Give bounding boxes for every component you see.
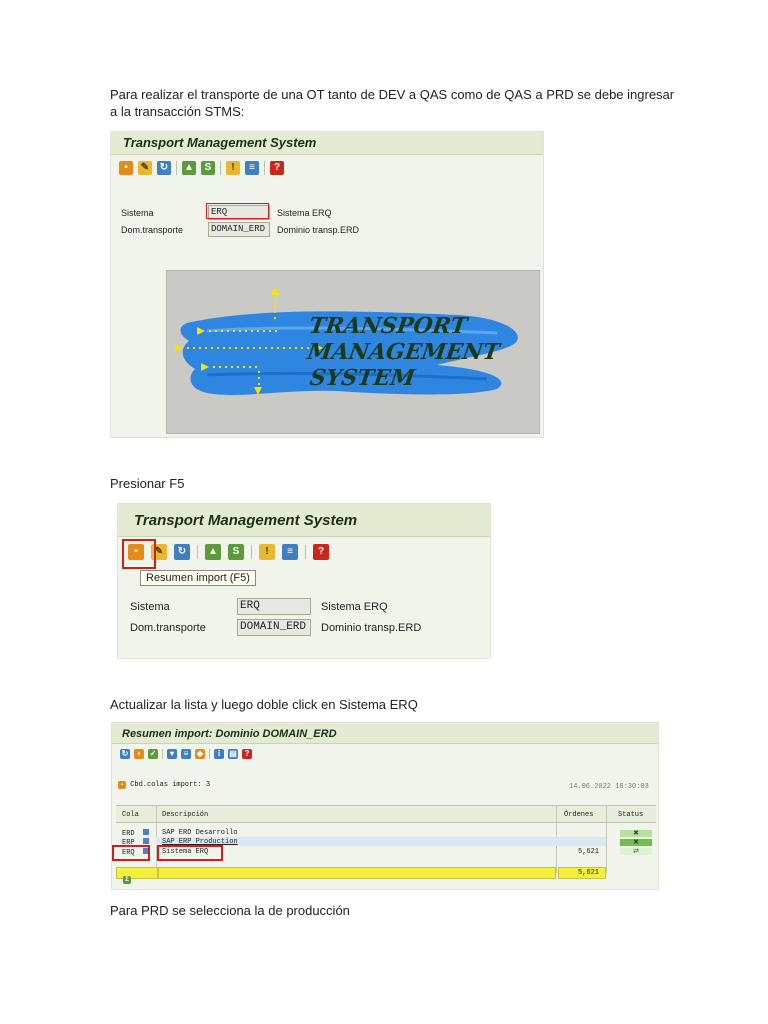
layout-icon[interactable]: ≡	[181, 749, 191, 759]
list-icon[interactable]: ≡	[245, 161, 259, 175]
hierarchy-icon[interactable]: ▲	[182, 161, 196, 175]
logo-graphic: TRANSPORT MANAGEMENT SYSTEM	[175, 287, 518, 395]
sistema-label: Sistema	[130, 601, 170, 613]
row-cola: ERD	[122, 830, 135, 838]
toolbar: ▪ ✎ ↻ ▲ S ! ≡ ?	[119, 161, 284, 175]
dom-label: Dom.transporte	[121, 225, 184, 235]
dom-desc: Dominio transp.ERD	[277, 225, 360, 235]
highlight-box	[206, 203, 269, 219]
logo-word-management: MANAGEMENT	[305, 339, 503, 365]
table-row[interactable]: ERD	[122, 829, 149, 838]
screen-title-2: Transport Management System	[118, 504, 490, 537]
instruction-refresh: Actualizar la lista y luego doble click …	[110, 697, 418, 712]
stms-screenshot-2: Transport Management System ▪ ✎ ↻ ▲ S ! …	[117, 503, 491, 659]
logo-word-system: SYSTEM	[308, 365, 417, 391]
instruction-press-f5: Presionar F5	[110, 476, 185, 491]
sistema-desc: Sistema ERQ	[277, 208, 332, 218]
print-icon[interactable]: ▤	[228, 749, 238, 759]
dom-field[interactable]: DOMAIN_ERD	[208, 222, 270, 237]
help-icon[interactable]: ?	[270, 161, 284, 175]
sistema-desc: Sistema ERQ	[321, 601, 388, 613]
intro-text-line1: Para realizar el transporte de una OT ta…	[110, 87, 675, 102]
screen-title-3: Resumen import: Dominio DOMAIN_ERD	[112, 723, 658, 744]
toolbar-3: ↻ ▪ ✓ ▾ ≡ ◆ i ▤ ?	[120, 749, 252, 759]
row-ordenes: 5,621	[578, 848, 600, 856]
dom-field[interactable]: DOMAIN_ERD	[237, 619, 311, 636]
instruction-prd: Para PRD se selecciona la de producción	[110, 903, 350, 918]
highlight-cola-erq	[112, 845, 150, 861]
highlight-f5-button	[122, 539, 156, 569]
count-label-row: ▪ Cbd.colas import: 3	[118, 781, 210, 789]
sum-icon: Σ	[123, 876, 131, 884]
refresh-icon[interactable]: ↻	[120, 749, 130, 759]
settings-icon[interactable]: ◆	[195, 749, 205, 759]
filter-icon[interactable]: ▾	[167, 749, 177, 759]
col-status[interactable]: Status	[618, 811, 643, 819]
screen-title: Transport Management System	[111, 132, 543, 155]
row-desc[interactable]: SAP ERD Desarrollo	[162, 829, 238, 837]
col-cola[interactable]: Cola	[122, 811, 139, 819]
truck-icon[interactable]: ▪	[119, 161, 133, 175]
timestamp: 14.06.2022 18:30:03	[569, 783, 649, 791]
import-count-label: Cbd.colas import: 3	[130, 781, 211, 789]
alert-icon[interactable]: !	[226, 161, 240, 175]
logo-word-transport: TRANSPORT	[307, 313, 470, 339]
help-icon[interactable]: ?	[242, 749, 252, 759]
col-descripcion[interactable]: Descripción	[162, 811, 208, 819]
refresh-icon[interactable]: ↻	[174, 544, 190, 560]
highlight-sistema-erq	[157, 845, 223, 861]
truck-icon: ▪	[118, 781, 126, 789]
alert-icon[interactable]: !	[259, 544, 275, 560]
stms-screenshot-1: Transport Management System ▪ ✎ ↻ ▲ S ! …	[110, 131, 544, 438]
truck-icon[interactable]: ▪	[134, 749, 144, 759]
hierarchy-icon[interactable]: ▲	[205, 544, 221, 560]
sistema-field[interactable]: ERQ	[237, 598, 311, 615]
total-ordenes: 5,621	[578, 869, 600, 877]
intro-text-line2: a la transacción STMS:	[110, 104, 245, 119]
dom-desc: Dominio transp.ERD	[321, 622, 422, 634]
total-sum-icon-cell: Σ	[116, 867, 158, 884]
check-icon[interactable]: ✓	[148, 749, 158, 759]
status-icon: ⇄	[620, 848, 652, 855]
refresh-icon[interactable]: ↻	[157, 161, 171, 175]
col-ordenes[interactable]: Órdenes	[564, 811, 593, 819]
routes-icon[interactable]: S	[228, 544, 244, 560]
sistema-label: Sistema	[121, 208, 154, 218]
info-icon[interactable]: i	[214, 749, 224, 759]
dom-label: Dom.transporte	[130, 622, 206, 634]
status-icon: ✖	[620, 839, 652, 846]
info-icon	[142, 838, 149, 844]
stms-logo: TRANSPORT MANAGEMENT SYSTEM	[166, 270, 540, 434]
toolbar-2: ▪ ✎ ↻ ▲ S ! ≡ ?	[128, 544, 329, 560]
routes-icon[interactable]: S	[201, 161, 215, 175]
status-icon: ✖	[620, 830, 652, 837]
tooltip: Resumen import (F5)	[140, 570, 256, 586]
help-icon[interactable]: ?	[313, 544, 329, 560]
import-summary-screenshot: Resumen import: Dominio DOMAIN_ERD ↻ ▪ ✓…	[111, 722, 659, 890]
list-icon[interactable]: ≡	[282, 544, 298, 560]
pencil-icon[interactable]: ✎	[138, 161, 152, 175]
info-icon	[142, 829, 149, 835]
